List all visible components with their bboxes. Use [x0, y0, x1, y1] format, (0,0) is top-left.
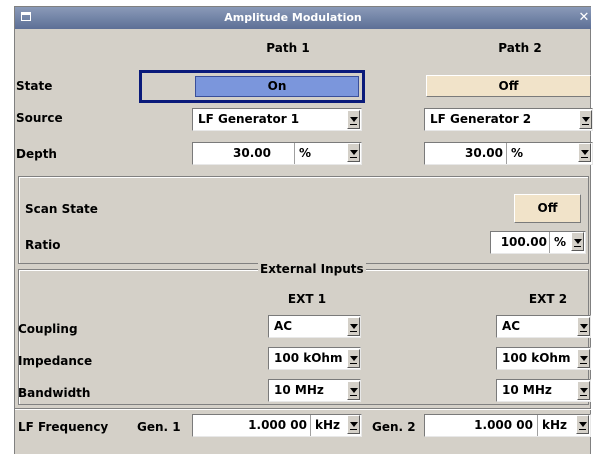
path2-depth-value: 30.00	[465, 146, 503, 160]
path1-source-value: LF Generator 1	[198, 112, 300, 126]
chevron-down-icon[interactable]	[347, 317, 360, 336]
ratio-unit-select[interactable]: %	[549, 232, 585, 253]
chevron-down-icon[interactable]	[347, 381, 360, 400]
chevron-down-icon[interactable]	[347, 110, 360, 129]
path2-state-button[interactable]: Off	[426, 75, 591, 97]
chevron-down-icon[interactable]	[347, 143, 360, 162]
chevron-down-icon[interactable]	[578, 143, 591, 162]
scan-state-button[interactable]: Off	[514, 194, 581, 223]
gen1-frequency-field[interactable]: 1.000 00 kHz	[192, 414, 362, 437]
source-label: Source	[16, 111, 63, 125]
chevron-down-icon[interactable]	[576, 415, 589, 434]
bandwidth-label: Bandwidth	[18, 386, 91, 400]
ext2-coupling-select[interactable]: AC	[496, 315, 591, 338]
gen1-unit: kHz	[315, 418, 341, 432]
ext1-bandwidth-select[interactable]: 10 MHz	[268, 379, 361, 402]
chevron-down-icon[interactable]	[579, 110, 592, 129]
window-title: Amplitude Modulation	[224, 11, 362, 24]
amplitude-modulation-window: Amplitude Modulation ✕ Path 1 Path 2 Sta…	[14, 6, 593, 454]
gen1-label: Gen. 1	[137, 420, 181, 434]
path2-source-value: LF Generator 2	[430, 112, 532, 126]
ext1-impedance-value: 100 kOhm	[274, 351, 343, 365]
chevron-down-icon[interactable]	[347, 349, 360, 368]
chevron-down-icon[interactable]	[577, 317, 590, 336]
depth-label: Depth	[16, 147, 57, 161]
gen2-frequency-value: 1.000 00	[474, 418, 533, 432]
path1-depth-unit-select[interactable]: %	[294, 143, 361, 164]
ratio-value: 100.00	[500, 235, 547, 249]
path1-depth-field[interactable]: 30.00 %	[192, 142, 362, 165]
gen2-unit: kHz	[542, 418, 568, 432]
chevron-down-icon[interactable]	[571, 232, 584, 251]
path2-source-select[interactable]: LF Generator 2	[424, 108, 593, 131]
gen2-unit-select[interactable]: kHz	[537, 415, 590, 436]
ratio-label: Ratio	[25, 238, 61, 252]
chevron-down-icon[interactable]	[577, 381, 590, 400]
divider	[15, 409, 591, 410]
path2-depth-unit: %	[511, 146, 524, 160]
path1-state-focus-frame: On	[139, 70, 365, 103]
coupling-label: Coupling	[18, 322, 78, 336]
ext1-coupling-value: AC	[274, 319, 293, 333]
ext2-impedance-select[interactable]: 100 kOhm	[496, 347, 591, 370]
path2-header: Path 2	[498, 41, 542, 55]
gen2-frequency-field[interactable]: 1.000 00 kHz	[424, 414, 591, 437]
ext2-bandwidth-select[interactable]: 10 MHz	[496, 379, 591, 402]
ext2-header: EXT 2	[528, 292, 568, 306]
external-inputs-legend: External Inputs	[258, 262, 366, 276]
title-bar[interactable]: Amplitude Modulation ✕	[15, 7, 591, 29]
ext1-header: EXT 1	[287, 292, 327, 306]
ratio-field[interactable]: 100.00 %	[490, 231, 586, 254]
ext2-coupling-value: AC	[502, 319, 521, 333]
ext1-bandwidth-value: 10 MHz	[274, 383, 324, 397]
ratio-unit: %	[554, 235, 567, 249]
gen1-unit-select[interactable]: kHz	[310, 415, 361, 436]
ext2-bandwidth-value: 10 MHz	[502, 383, 552, 397]
path1-source-select[interactable]: LF Generator 1	[192, 108, 362, 131]
ext2-impedance-value: 100 kOhm	[502, 351, 571, 365]
close-icon[interactable]: ✕	[577, 7, 591, 29]
scan-state-label: Scan State	[25, 202, 98, 216]
chevron-down-icon[interactable]	[577, 349, 590, 368]
path2-depth-field[interactable]: 30.00 %	[424, 142, 593, 165]
ext1-impedance-select[interactable]: 100 kOhm	[268, 347, 361, 370]
path1-header: Path 1	[266, 41, 310, 55]
state-label: State	[16, 79, 53, 93]
path1-depth-value: 30.00	[233, 146, 271, 160]
gen1-frequency-value: 1.000 00	[248, 418, 307, 432]
path2-depth-unit-select[interactable]: %	[506, 143, 592, 164]
chevron-down-icon[interactable]	[347, 415, 360, 434]
ext1-coupling-select[interactable]: AC	[268, 315, 361, 338]
path1-state-button[interactable]: On	[195, 76, 359, 97]
gen2-label: Gen. 2	[372, 420, 416, 434]
impedance-label: Impedance	[18, 354, 93, 368]
path1-depth-unit: %	[299, 146, 312, 160]
lf-frequency-label: LF Frequency	[18, 420, 109, 434]
